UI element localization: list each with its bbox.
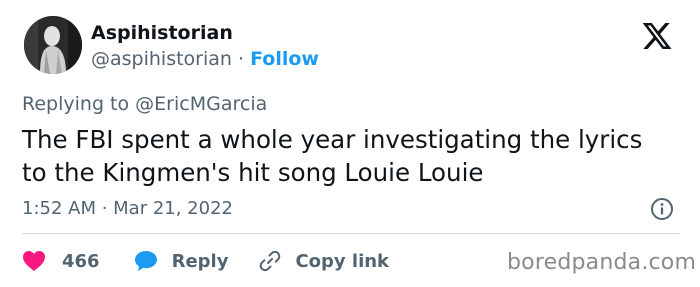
action-bar: 466 Reply Copy link xyxy=(22,248,389,274)
replying-to-label: Replying to xyxy=(22,93,130,115)
reply-label: Reply xyxy=(171,250,229,272)
link-icon xyxy=(260,250,281,272)
copy-link-label: Copy link xyxy=(295,250,390,272)
tweet-card: Aspihistorian @aspihistorian · Follow Re… xyxy=(0,0,700,287)
reply-mention-link[interactable]: @EricMGarcia xyxy=(135,93,267,115)
follow-button[interactable]: Follow xyxy=(250,48,319,70)
reply-button[interactable]: Reply xyxy=(134,250,229,272)
author-handle-row: @aspihistorian · Follow xyxy=(91,48,319,70)
copy-link-button[interactable]: Copy link xyxy=(258,249,389,273)
separator-dot: · xyxy=(238,48,245,70)
x-logo-icon[interactable] xyxy=(640,20,674,52)
like-button[interactable]: 466 xyxy=(22,250,100,272)
tweet-text: The FBI spent a whole year investigating… xyxy=(22,125,643,187)
watermark: boredpanda.com xyxy=(507,250,697,275)
reply-bubble-icon xyxy=(134,251,157,271)
like-count: 466 xyxy=(62,250,100,272)
avatar[interactable] xyxy=(24,16,82,74)
reply-context: Replying to @EricMGarcia xyxy=(22,93,267,115)
statue-avatar-image xyxy=(24,16,82,74)
author-handle[interactable]: @aspihistorian xyxy=(91,48,232,70)
author-display-name[interactable]: Aspihistorian xyxy=(91,22,233,44)
heart-icon xyxy=(23,251,45,271)
tweet-timestamp[interactable]: 1:52 AM · Mar 21, 2022 xyxy=(22,198,233,219)
info-icon[interactable] xyxy=(650,197,674,221)
divider xyxy=(22,233,679,234)
